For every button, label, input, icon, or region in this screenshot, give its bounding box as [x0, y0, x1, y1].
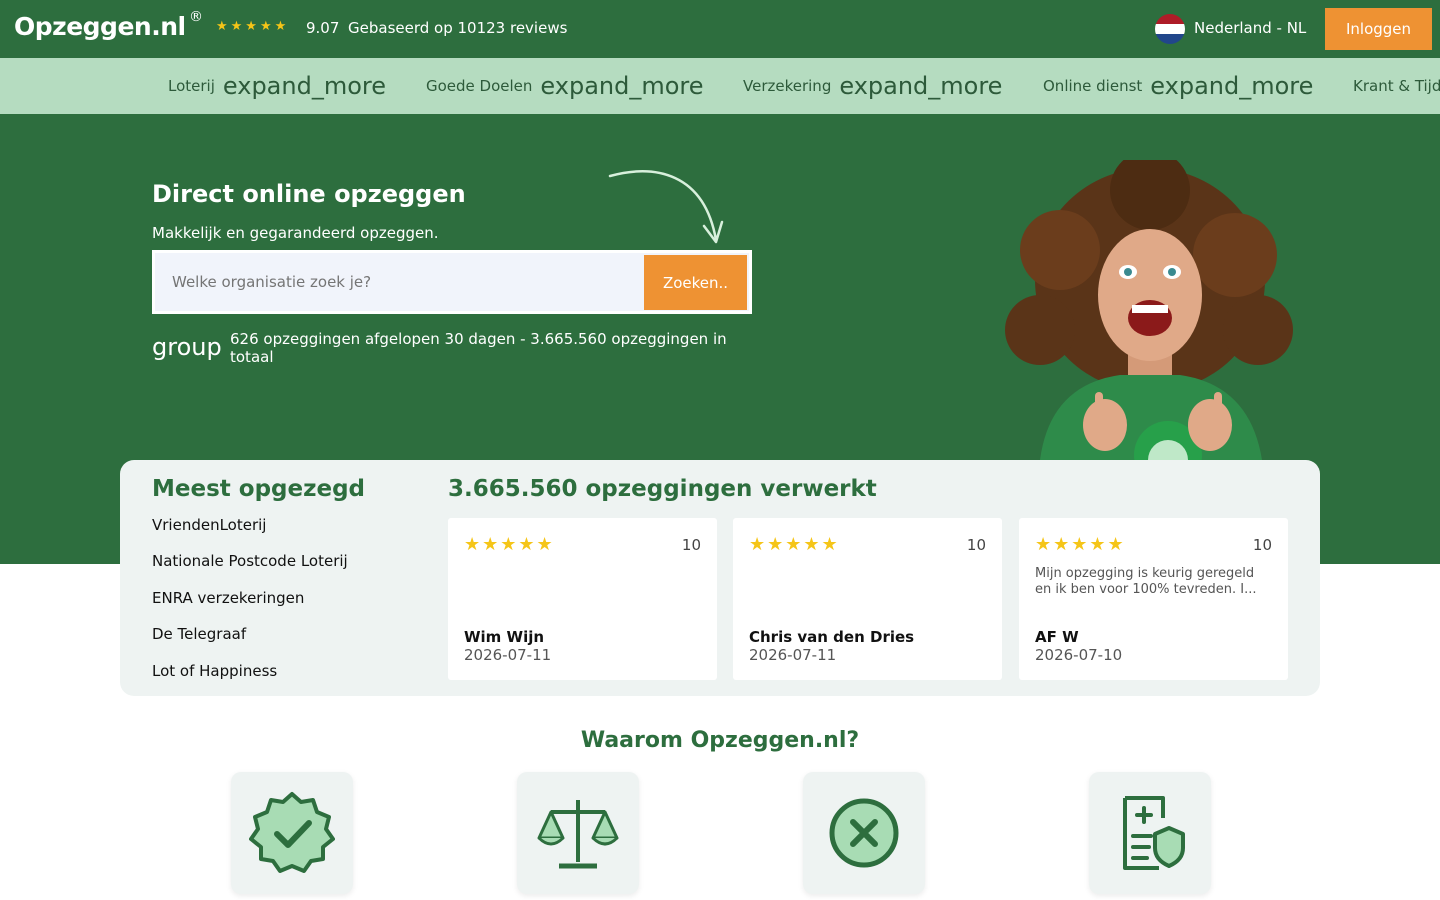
login-button[interactable]: Inloggen: [1325, 8, 1432, 50]
review-card[interactable]: ★★★★★ 10 Chris van den Dries 2026-07-11: [733, 518, 1002, 680]
country-selector[interactable]: Nederland - NL: [1194, 19, 1306, 37]
group-icon: group: [152, 333, 222, 361]
review-author: Wim Wijn: [464, 628, 545, 646]
category-online-dienst[interactable]: Online dienst expand_more: [1043, 58, 1313, 114]
review-stars-icon: ★★★★★: [464, 534, 555, 555]
top-header: Opzeggen.nl ® ★★★★★ 9.07 Gebaseerd op 10…: [0, 0, 1440, 58]
review-score: 10: [1252, 536, 1272, 554]
document-shield-icon: [1123, 796, 1185, 870]
category-nav: Loterij expand_more Goede Doelen expand_…: [0, 58, 1440, 114]
rating-stars-icon: ★★★★★: [216, 19, 290, 34]
most-cancelled-item[interactable]: ENRA verzekeringen: [152, 589, 348, 625]
most-cancelled-item[interactable]: De Telegraaf: [152, 625, 348, 661]
review-card[interactable]: ★★★★★ 10 Mijn opzegging is keurig gerege…: [1019, 518, 1288, 680]
category-krant-tijdschrift[interactable]: Krant & Tijdschrift expand_more: [1353, 58, 1440, 114]
review-text: Mijn opzegging is keurig geregeld en ik …: [1035, 566, 1257, 597]
review-author: Chris van den Dries: [749, 628, 915, 646]
expand-more-icon: expand_more: [839, 72, 1003, 100]
feature-verified: [231, 772, 353, 894]
why-title: Waarom Opzeggen.nl?: [580, 728, 860, 753]
search-box: Zoeken..: [152, 250, 752, 314]
category-label: Verzekering: [743, 77, 832, 95]
category-label: Krant & Tijdschrift: [1353, 77, 1440, 95]
rating-reviews-text[interactable]: Gebaseerd op 10123 reviews: [348, 19, 567, 37]
woman-illustration-icon: [1005, 160, 1293, 460]
review-card[interactable]: ★★★★★ 10 Wim Wijn 2026-07-11: [448, 518, 717, 680]
search-button[interactable]: Zoeken..: [644, 255, 747, 310]
category-verzekering[interactable]: Verzekering expand_more: [743, 58, 1002, 114]
registered-mark: ®: [189, 9, 203, 25]
hero-title: Direct online opzeggen: [152, 180, 466, 208]
review-stars-icon: ★★★★★: [749, 534, 840, 555]
cancel-circle-icon: [829, 798, 899, 868]
most-cancelled-item[interactable]: Nationale Postcode Loterij: [152, 552, 348, 588]
rating-score: 9.07: [306, 19, 340, 37]
review-score: 10: [681, 536, 701, 554]
category-label: Goede Doelen: [426, 77, 533, 95]
most-cancelled-item[interactable]: VriendenLoterij: [152, 516, 348, 552]
site-logo[interactable]: Opzeggen.nl: [14, 12, 186, 41]
reviews-title: 3.665.560 opzeggingen verwerkt: [448, 476, 877, 502]
most-cancelled-list: VriendenLoterij Nationale Postcode Loter…: [152, 516, 348, 698]
highlights-panel: Meest opgezegd VriendenLoterij Nationale…: [120, 460, 1320, 696]
review-stars-icon: ★★★★★: [1035, 534, 1126, 555]
expand-more-icon: expand_more: [540, 72, 704, 100]
review-date: 2026-07-11: [749, 646, 837, 664]
category-loterij[interactable]: Loterij expand_more: [168, 58, 386, 114]
scale-icon: [537, 800, 619, 869]
review-date: 2026-07-11: [464, 646, 552, 664]
category-label: Online dienst: [1043, 77, 1143, 95]
most-cancelled-item[interactable]: Lot of Happiness: [152, 662, 348, 698]
search-input[interactable]: [172, 270, 632, 294]
netherlands-flag-icon[interactable]: [1155, 14, 1185, 44]
most-cancelled-title: Meest opgezegd: [152, 476, 366, 502]
feature-document: [1089, 772, 1211, 894]
expand-more-icon: expand_more: [1150, 72, 1314, 100]
verified-badge-icon: [249, 792, 335, 873]
review-date: 2026-07-10: [1035, 646, 1123, 664]
review-author: AF W: [1035, 628, 1079, 646]
review-score: 10: [966, 536, 986, 554]
hero-subtitle: Makkelijk en gegarandeerd opzeggen.: [152, 224, 439, 242]
curved-arrow-icon: [608, 170, 724, 244]
feature-cancel: [803, 772, 925, 894]
expand-more-icon: expand_more: [222, 72, 386, 100]
category-goede-doelen[interactable]: Goede Doelen expand_more: [426, 58, 704, 114]
category-label: Loterij: [168, 77, 215, 95]
cancellation-stats: 626 opzeggingen afgelopen 30 dagen - 3.6…: [230, 330, 727, 366]
feature-fair: [517, 772, 639, 894]
